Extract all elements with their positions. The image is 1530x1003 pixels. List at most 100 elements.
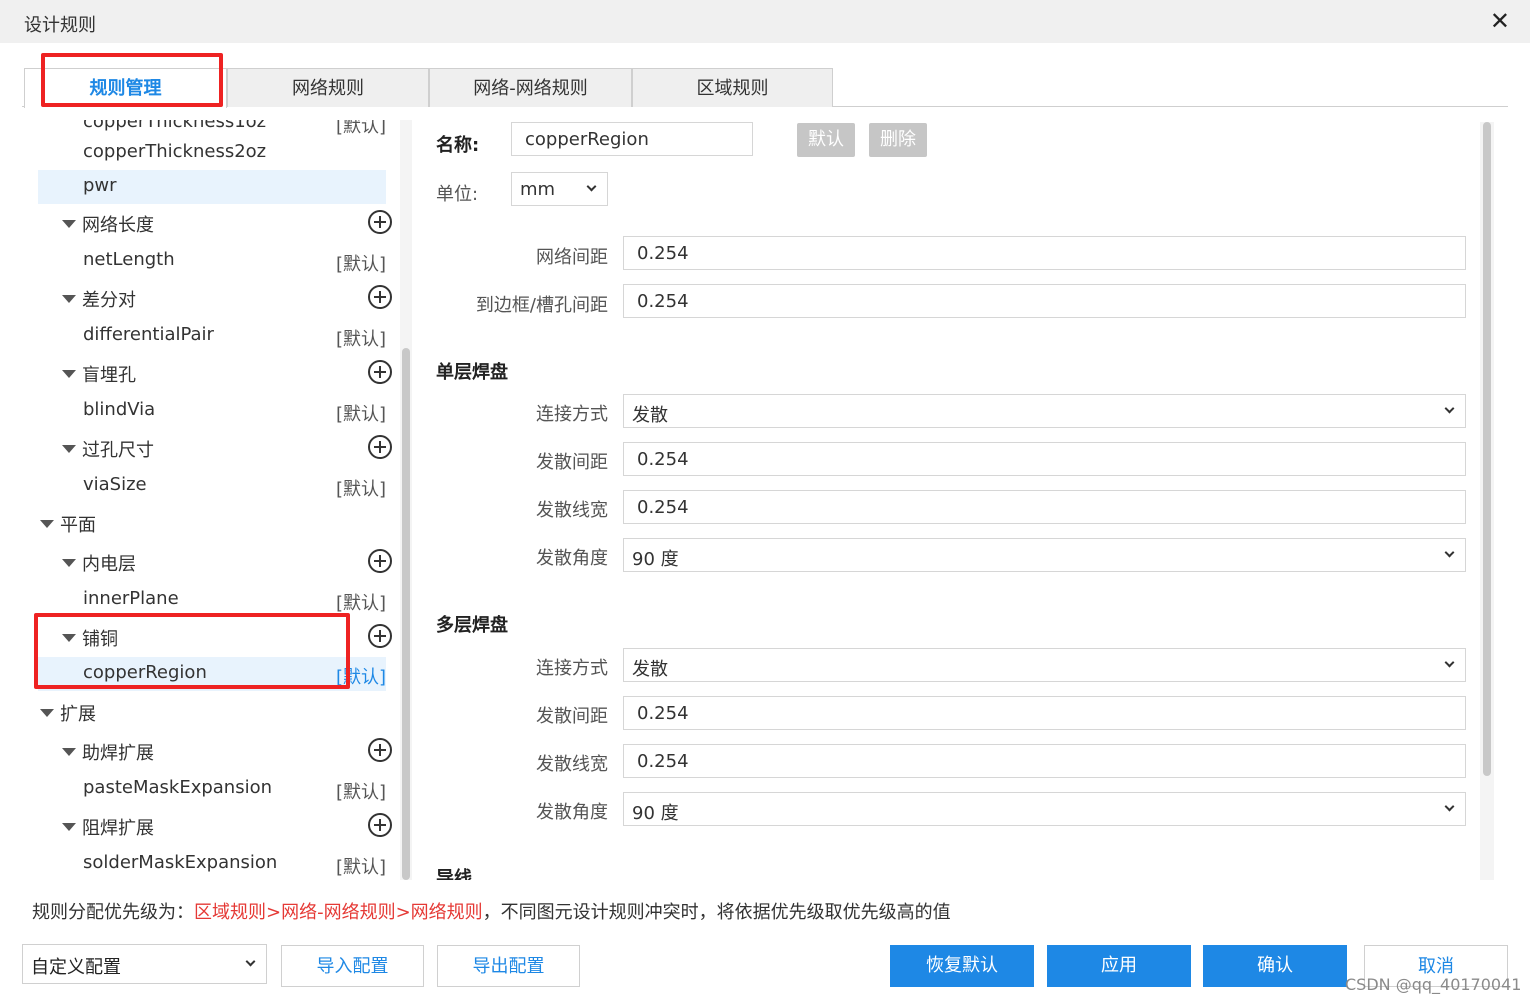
config-select[interactable]: 自定义配置 bbox=[22, 944, 267, 984]
tab-net-rules[interactable]: 网络规则 bbox=[227, 68, 429, 107]
caret-down-icon[interactable] bbox=[62, 295, 76, 303]
tree-group-label: 网络长度 bbox=[82, 215, 154, 236]
tree-item-inner-plane[interactable]: innerPlane [默认] bbox=[38, 583, 386, 617]
tree-item-label: innerPlane bbox=[83, 588, 179, 609]
config-select-value: 自定义配置 bbox=[31, 957, 121, 978]
tree-group-label: 内电层 bbox=[82, 554, 136, 575]
tree-group-copper-pour[interactable]: 铺铜 bbox=[38, 620, 392, 654]
tree-item-label: netLength bbox=[83, 249, 175, 270]
caret-down-icon[interactable] bbox=[62, 823, 76, 831]
single-connect-select[interactable]: 发散 bbox=[623, 394, 1466, 428]
tree-group-via-size[interactable]: 过孔尺寸 bbox=[38, 431, 392, 465]
caret-down-icon[interactable] bbox=[62, 445, 76, 453]
delete-button[interactable]: 删除 bbox=[869, 123, 927, 157]
multi-spoke-gap-input[interactable]: 0.254 bbox=[623, 696, 1466, 730]
multi-layer-pad-heading: 多层焊盘 bbox=[436, 615, 508, 636]
scrollbar-thumb[interactable] bbox=[1483, 122, 1491, 776]
tree-group-inner-plane[interactable]: 内电层 bbox=[38, 545, 392, 579]
add-circle-icon[interactable] bbox=[368, 624, 392, 648]
multi-connect-value: 发散 bbox=[632, 659, 668, 680]
tree-group-label: 阻焊扩展 bbox=[82, 818, 154, 839]
tree-group-expansion[interactable]: 扩展 bbox=[38, 695, 386, 729]
unit-value: mm bbox=[520, 179, 556, 200]
tree-item-label: copperThickness1oz bbox=[83, 120, 267, 132]
caret-down-icon[interactable] bbox=[62, 220, 76, 228]
name-label: 名称: bbox=[436, 135, 480, 156]
tab-bar: 规则管理 网络规则 网络-网络规则 区域规则 bbox=[22, 68, 1508, 108]
add-circle-icon[interactable] bbox=[368, 813, 392, 837]
single-connect-value: 发散 bbox=[632, 405, 668, 426]
tree-group-solder-expansion[interactable]: 阻焊扩展 bbox=[38, 809, 392, 843]
export-config-button[interactable]: 导出配置 bbox=[437, 945, 580, 987]
tab-net-net-rules[interactable]: 网络-网络规则 bbox=[429, 68, 632, 107]
name-input[interactable]: copperRegion bbox=[511, 122, 753, 156]
priority-note-prefix: 规则分配优先级为： bbox=[32, 902, 194, 923]
dialog-title: 设计规则 bbox=[24, 15, 96, 36]
caret-down-icon[interactable] bbox=[40, 709, 54, 717]
tree-item-label: copperThickness2oz bbox=[83, 141, 267, 162]
single-connect-label: 连接方式 bbox=[536, 404, 608, 425]
apply-button[interactable]: 应用 bbox=[1047, 945, 1191, 987]
caret-down-icon[interactable] bbox=[62, 559, 76, 567]
tab-rule-management[interactable]: 规则管理 bbox=[24, 68, 227, 108]
confirm-button[interactable]: 确认 bbox=[1203, 945, 1347, 987]
multi-spoke-width-label: 发散线宽 bbox=[536, 754, 608, 775]
priority-note: 规则分配优先级为：区域规则>网络-网络规则>网络规则，不同图元设计规则冲突时，将… bbox=[32, 898, 951, 924]
restore-default-button[interactable]: 恢复默认 bbox=[890, 945, 1034, 987]
add-circle-icon[interactable] bbox=[368, 549, 392, 573]
tree-group-plane[interactable]: 平面 bbox=[38, 506, 386, 540]
tree-item-label: solderMaskExpansion bbox=[83, 852, 278, 873]
unit-select[interactable]: mm bbox=[511, 172, 608, 206]
default-tag: [默认] bbox=[335, 782, 386, 803]
tree-scrollbar[interactable] bbox=[400, 120, 412, 880]
tree-group-label: 平面 bbox=[60, 515, 96, 536]
tab-region-rules[interactable]: 区域规则 bbox=[632, 68, 833, 107]
unit-label: 单位: bbox=[436, 184, 479, 205]
chevron-down-icon bbox=[1444, 547, 1455, 558]
chevron-down-icon bbox=[1444, 801, 1455, 812]
tree-group-paste-expansion[interactable]: 助焊扩展 bbox=[38, 734, 392, 768]
tree-group-label: 扩展 bbox=[60, 704, 96, 725]
tree-item-copper-region[interactable]: copperRegion [默认] bbox=[38, 657, 386, 691]
default-button[interactable]: 默认 bbox=[797, 123, 855, 157]
tree-group-blind-via[interactable]: 盲埋孔 bbox=[38, 356, 392, 390]
close-icon[interactable]: ✕ bbox=[1490, 8, 1510, 34]
tree-group-differential-pair[interactable]: 差分对 bbox=[38, 281, 392, 315]
form-scrollbar[interactable] bbox=[1480, 122, 1494, 880]
tree-item-via-size[interactable]: viaSize [默认] bbox=[38, 469, 386, 503]
add-circle-icon[interactable] bbox=[368, 210, 392, 234]
multi-spoke-angle-select[interactable]: 90 度 bbox=[623, 792, 1466, 826]
add-circle-icon[interactable] bbox=[368, 360, 392, 384]
caret-down-icon[interactable] bbox=[62, 748, 76, 756]
tree-item-paste-mask-expansion[interactable]: pasteMaskExpansion [默认] bbox=[38, 772, 386, 806]
tree-item-label: viaSize bbox=[83, 474, 147, 495]
board-clearance-input[interactable]: 0.254 bbox=[623, 284, 1466, 318]
tree-group-label: 差分对 bbox=[82, 290, 136, 311]
tree-item-solder-mask-expansion[interactable]: solderMaskExpansion [默认] bbox=[38, 847, 386, 880]
caret-down-icon[interactable] bbox=[40, 520, 54, 528]
net-clearance-input[interactable]: 0.254 bbox=[623, 236, 1466, 270]
add-circle-icon[interactable] bbox=[368, 738, 392, 762]
scrollbar-thumb[interactable] bbox=[402, 348, 410, 880]
tree-item-blind-via[interactable]: blindVia [默认] bbox=[38, 394, 386, 428]
tree-group-label: 助焊扩展 bbox=[82, 743, 154, 764]
tree-item-differential-pair[interactable]: differentialPair [默认] bbox=[38, 319, 386, 353]
multi-spoke-angle-value: 90 度 bbox=[632, 803, 679, 824]
add-circle-icon[interactable] bbox=[368, 285, 392, 309]
multi-spoke-width-input[interactable]: 0.254 bbox=[623, 744, 1466, 778]
caret-down-icon[interactable] bbox=[62, 634, 76, 642]
add-circle-icon[interactable] bbox=[368, 435, 392, 459]
tree-item-pwr[interactable]: pwr bbox=[38, 170, 386, 204]
single-spoke-angle-select[interactable]: 90 度 bbox=[623, 538, 1466, 572]
single-spoke-gap-input[interactable]: 0.254 bbox=[623, 442, 1466, 476]
multi-spoke-gap-label: 发散间距 bbox=[536, 706, 608, 727]
import-config-button[interactable]: 导入配置 bbox=[281, 945, 424, 987]
single-spoke-width-input[interactable]: 0.254 bbox=[623, 490, 1466, 524]
board-clearance-label: 到边框/槽孔间距 bbox=[475, 295, 608, 316]
tree-item-label: differentialPair bbox=[83, 324, 214, 345]
tree-item-net-length[interactable]: netLength [默认] bbox=[38, 244, 386, 278]
tree-group-net-length[interactable]: 网络长度 bbox=[38, 206, 392, 240]
caret-down-icon[interactable] bbox=[62, 370, 76, 378]
tree-item-copper-thickness-2oz[interactable]: copperThickness2oz bbox=[38, 136, 386, 170]
multi-connect-select[interactable]: 发散 bbox=[623, 648, 1466, 682]
